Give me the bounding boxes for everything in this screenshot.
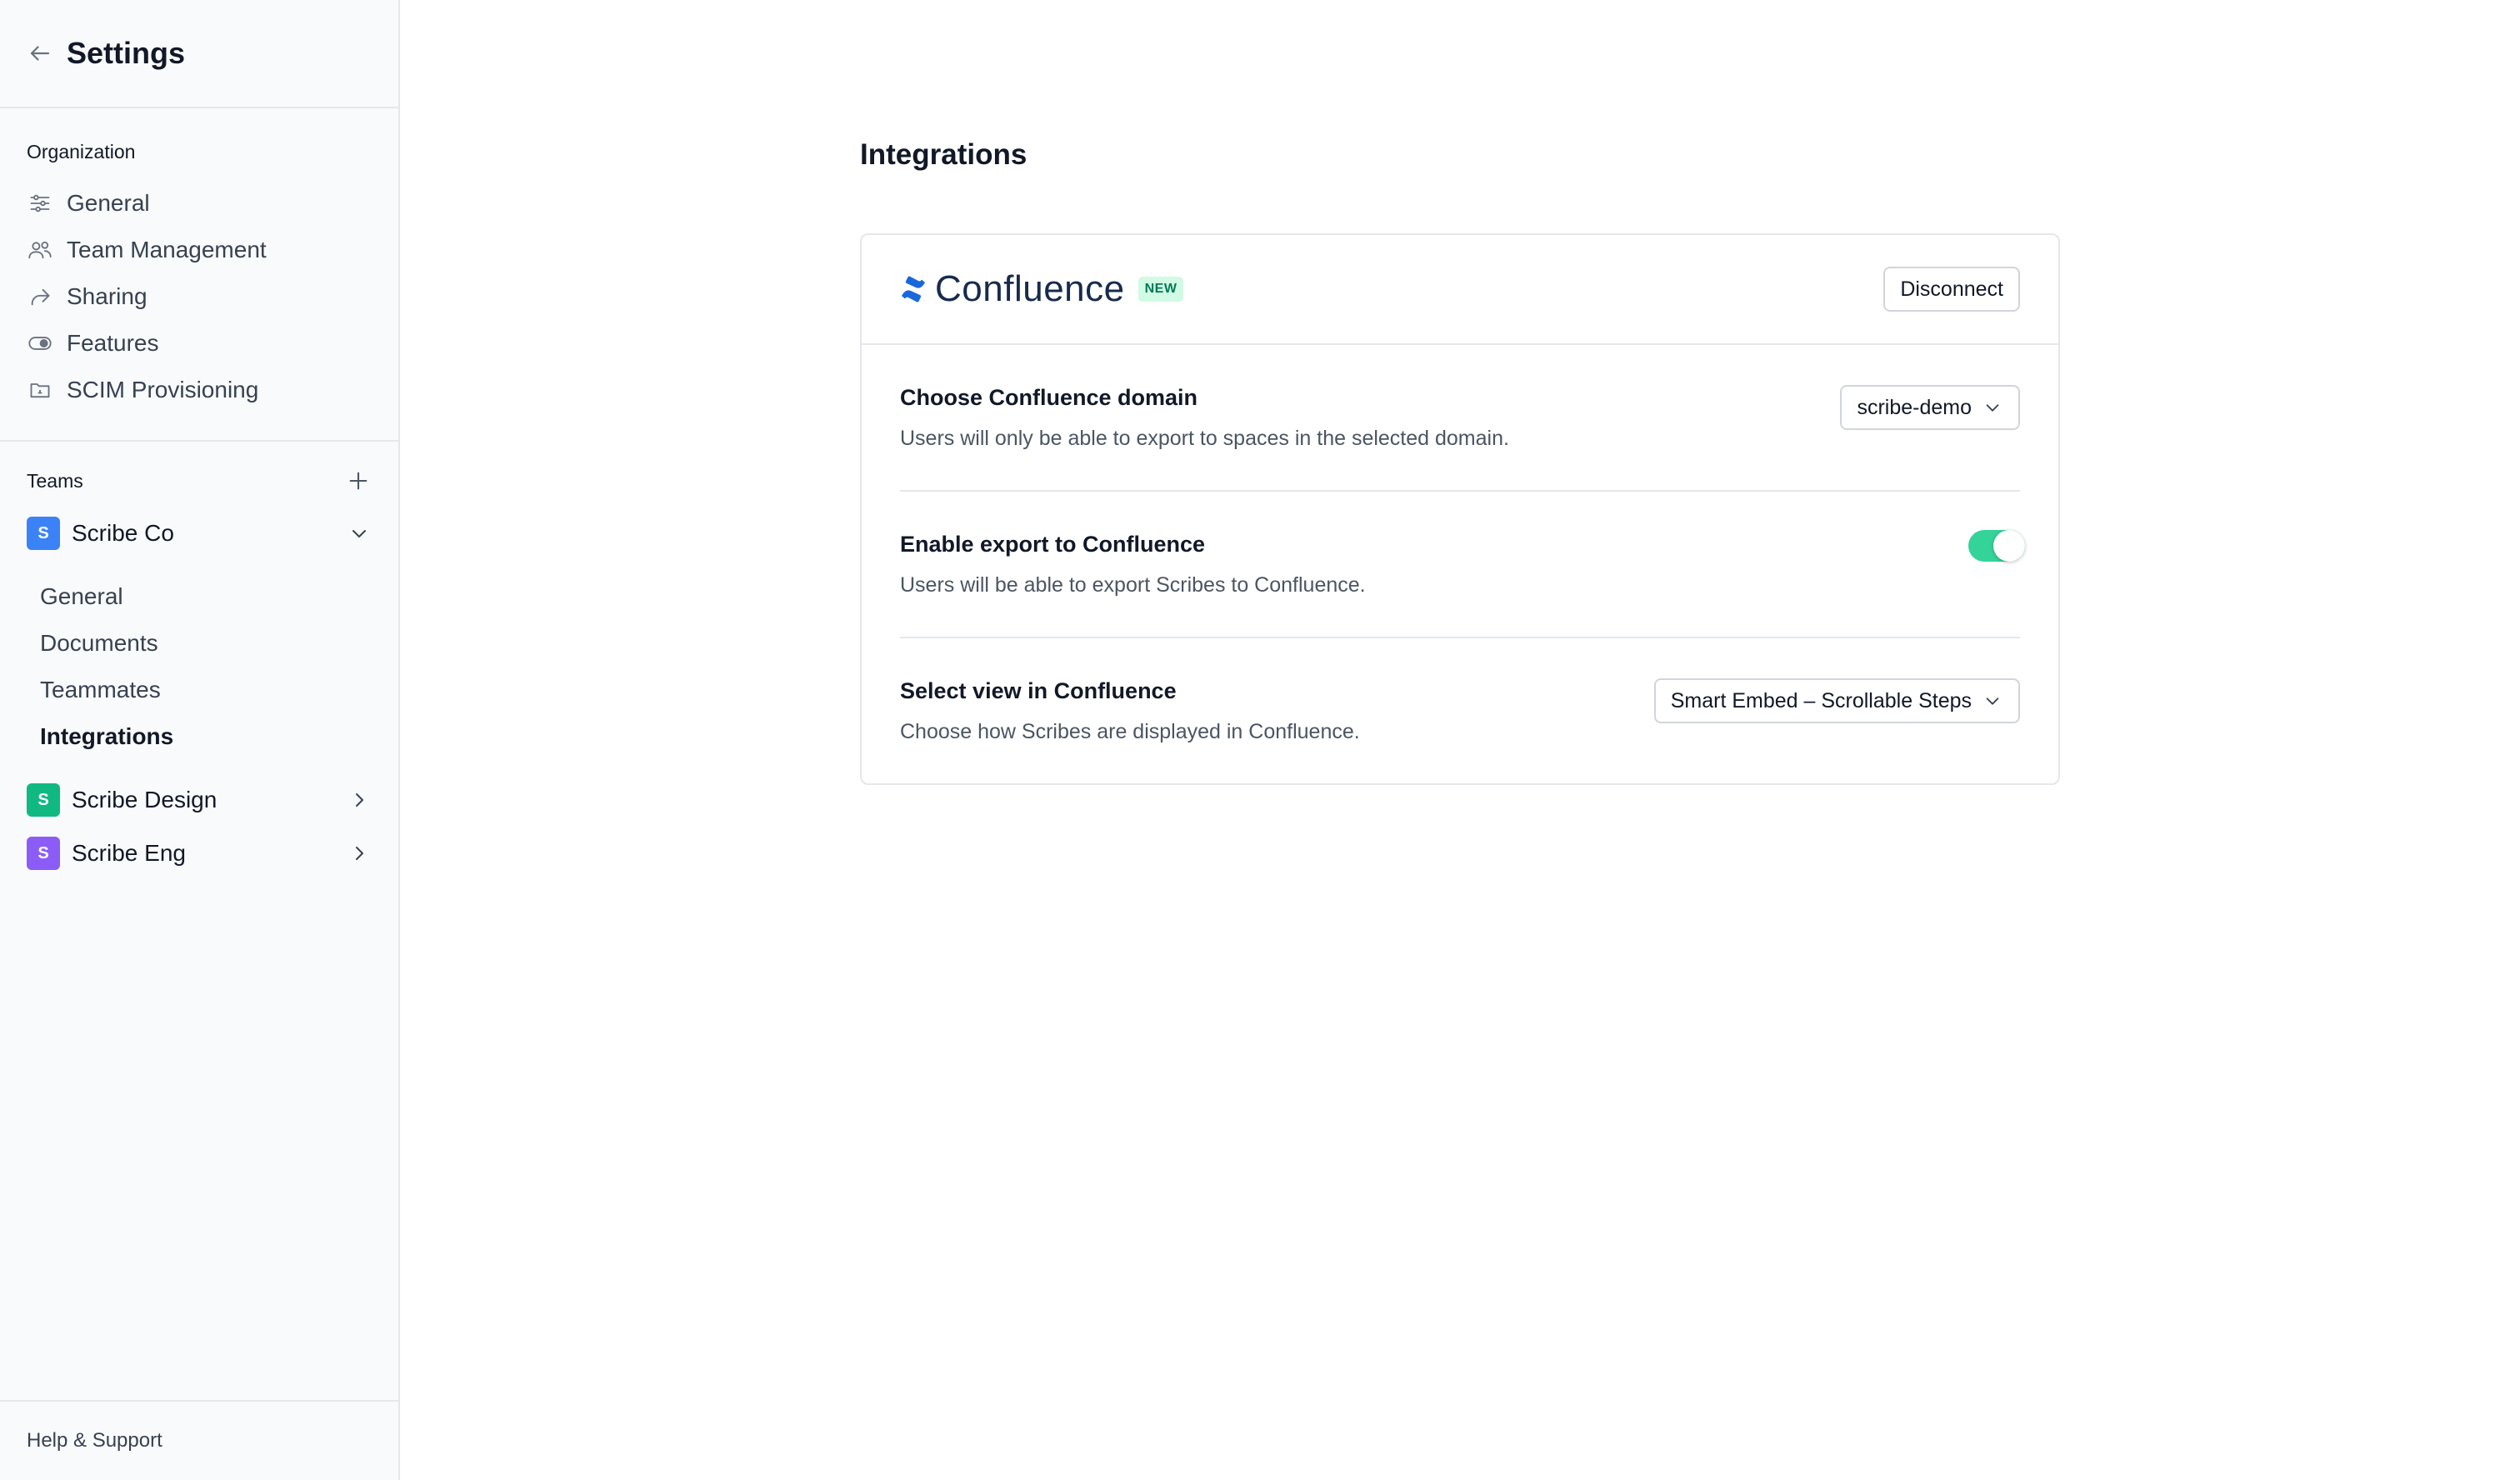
help-support-link[interactable]: Help & Support: [0, 1400, 398, 1480]
setting-description: Users will only be able to export to spa…: [900, 427, 1509, 450]
setting-title: Choose Confluence domain: [900, 385, 1198, 410]
sidebar-item-label: Team Management: [67, 237, 267, 262]
integration-name: Confluence: [935, 268, 1125, 309]
sidebar-item-sharing[interactable]: Sharing: [0, 273, 398, 320]
add-team-plus-icon[interactable]: [345, 468, 372, 494]
view-select[interactable]: Smart Embed – Scrollable Steps: [1653, 678, 2020, 723]
sidebar-item-features[interactable]: Features: [0, 320, 398, 367]
setting-select-view: Select view in Confluence Choose how Scr…: [900, 638, 2020, 785]
toggle-icon: [27, 330, 53, 357]
share-icon: [27, 283, 53, 310]
team-nav-general[interactable]: General: [0, 573, 398, 620]
team-nav-documents[interactable]: Documents: [0, 620, 398, 667]
sidebar-item-scim-provisioning[interactable]: SCIM Provisioning: [0, 367, 398, 413]
team-subnav: General Documents Teammates Integrations: [0, 560, 398, 773]
team-name: Scribe Eng: [72, 840, 186, 866]
page-title: Integrations: [860, 138, 1028, 171]
select-value: scribe-demo: [1857, 395, 1972, 419]
team-name: Scribe Design: [72, 787, 218, 812]
confluence-integration-card: Confluence NEW Disconnect Choose Conflue…: [860, 233, 2060, 785]
team-nav-teammates[interactable]: Teammates: [0, 667, 398, 713]
team-badge: S: [27, 517, 60, 550]
sidebar-item-label: Features: [67, 330, 159, 356]
main-content: Integrations Confluence NEW Disconnect C…: [400, 0, 2520, 1480]
setting-title: Select view in Confluence: [900, 678, 1177, 703]
team-scribe-co[interactable]: S Scribe Co: [0, 507, 398, 560]
organization-label: Organization: [27, 140, 136, 162]
sidebar-header: Settings: [0, 0, 398, 108]
team-scribe-eng[interactable]: S Scribe Eng: [0, 827, 398, 880]
setting-title: Enable export to Confluence: [900, 532, 1206, 557]
setting-description: Users will be able to export Scribes to …: [900, 573, 1366, 597]
sidebar-title: Settings: [67, 36, 186, 70]
sidebar-item-label: SCIM Provisioning: [67, 377, 259, 402]
team-scribe-design[interactable]: S Scribe Design: [0, 773, 398, 827]
toggle-knob: [1993, 530, 2025, 562]
sidebar: Settings Organization General Team Manag…: [0, 0, 400, 1480]
setting-enable-export: Enable export to Confluence Users will b…: [900, 492, 2025, 638]
confluence-logo-icon: [900, 276, 927, 302]
domain-select[interactable]: scribe-demo: [1840, 385, 2020, 430]
enable-export-toggle[interactable]: [1968, 530, 2025, 562]
sliders-icon: [27, 190, 53, 217]
setting-confluence-domain: Choose Confluence domain Users will only…: [900, 345, 2020, 492]
chevron-right-icon[interactable]: [347, 788, 372, 812]
users-icon: [27, 237, 53, 263]
chevron-right-icon[interactable]: [347, 841, 372, 866]
chevron-down-icon[interactable]: [347, 521, 372, 546]
integration-header: Confluence NEW Disconnect: [862, 235, 2058, 345]
chevron-down-icon: [1983, 398, 2003, 418]
new-badge: NEW: [1138, 277, 1184, 302]
teams-label: Teams: [27, 469, 83, 492]
sidebar-item-label: Sharing: [67, 283, 148, 309]
select-value: Smart Embed – Scrollable Steps: [1670, 688, 1972, 712]
team-name: Scribe Co: [72, 520, 174, 546]
disconnect-button[interactable]: Disconnect: [1883, 267, 2020, 312]
arrow-left-icon[interactable]: [27, 40, 53, 67]
team-badge: S: [27, 783, 60, 817]
sidebar-item-team-management[interactable]: Team Management: [0, 227, 398, 273]
organization-section: Organization General Team Management Sha…: [0, 108, 398, 442]
team-nav-integrations[interactable]: Integrations: [0, 713, 398, 760]
sidebar-item-general[interactable]: General: [0, 180, 398, 227]
teams-section: Teams S Scribe Co General Documents Team…: [0, 442, 398, 880]
chevron-down-icon: [1983, 691, 2003, 711]
setting-description: Choose how Scribes are displayed in Conf…: [900, 720, 1360, 743]
team-badge: S: [27, 837, 60, 870]
folder-icon: [27, 377, 53, 403]
sidebar-item-label: General: [67, 190, 150, 216]
